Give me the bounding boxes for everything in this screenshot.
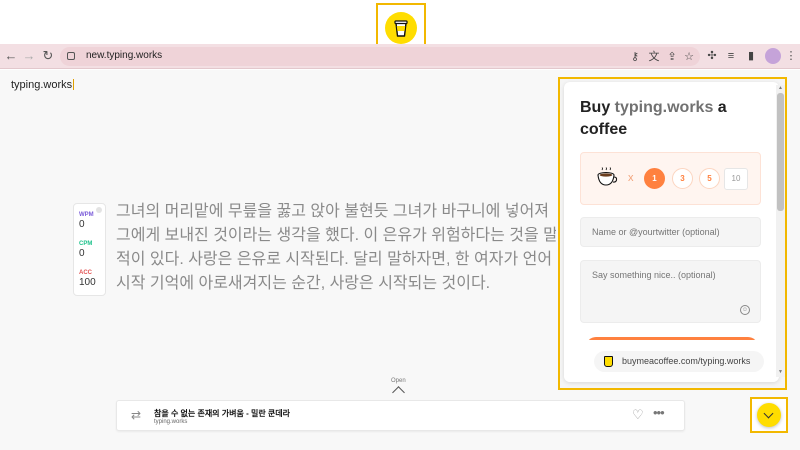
side-panel-icon[interactable]: ▮ — [744, 49, 758, 63]
bmc-toggle-highlight — [750, 397, 788, 433]
repeat-icon[interactable]: ⇄ — [131, 408, 141, 422]
passage-source: typing.works — [154, 419, 188, 425]
typing-passage[interactable]: 그녀의 머리맡에 무릎을 꿇고 앉아 불현듯 그녀가 바구니에 넣어져 그에게 … — [116, 200, 556, 300]
custom-quantity-input[interactable]: 10 — [724, 168, 748, 190]
bmc-widget: Buy typing.works a coffee x 1 3 5 10 ☺ — [558, 77, 787, 390]
name-input[interactable] — [580, 217, 761, 247]
menu-kebab-icon[interactable]: ⋮ — [784, 49, 798, 63]
back-arrow-icon[interactable]: ← — [4, 48, 18, 64]
lock-icon — [67, 52, 75, 60]
quantity-option-5[interactable]: 5 — [699, 168, 720, 189]
open-label: Open — [391, 378, 406, 384]
status-dot-icon — [96, 207, 102, 213]
bmc-scrollbar[interactable]: ▲ ▼ — [776, 85, 785, 377]
browser-toolbar: ← → ↻ new.typing.works ⚷ 文 ⇪ ☆ ✣ ≡ ▮ ⋮ — [0, 44, 800, 69]
bmc-footer: buymeacoffee.com/typing.works — [564, 340, 779, 382]
promo-bar — [0, 0, 800, 53]
passage-line: 그녀의 머리맡에 무릎을 꿇고 앉아 불현듯 그녀가 바구니에 넣어져 — [116, 203, 550, 220]
forward-arrow-icon[interactable]: → — [22, 48, 36, 64]
address-bar[interactable]: new.typing.works ⚷ 文 ⇪ ☆ — [60, 47, 700, 66]
scroll-up-arrow-icon[interactable]: ▲ — [778, 85, 783, 91]
passage-title: 참을 수 없는 존재의 가벼움 - 밀란 쿤데라 — [154, 409, 290, 418]
share-icon[interactable]: ⇪ — [665, 50, 679, 64]
chevron-up-icon[interactable] — [392, 386, 405, 399]
coffee-quantity-box: x 1 3 5 10 — [580, 152, 761, 205]
wpm-value: 0 — [79, 219, 85, 230]
chevron-down-icon — [763, 408, 774, 419]
wpm-label: WPM — [79, 212, 94, 218]
extensions-puzzle-icon[interactable]: ✣ — [705, 49, 719, 63]
coffee-cup-icon — [385, 12, 417, 44]
bmc-toggle-button[interactable] — [757, 403, 781, 427]
acc-label: ACC — [79, 270, 92, 276]
passage-line: 적이 있다. 사랑은 은유로 시작된다. 달리 말하자면, 한 여자가 언어 — [116, 251, 553, 268]
acc-value: 100 — [79, 277, 96, 288]
cpm-label: CPM — [79, 241, 93, 247]
emoji-icon[interactable]: ☺ — [740, 305, 750, 315]
cpm-value: 0 — [79, 248, 85, 259]
passage-player-bar: ⇄ 참을 수 없는 존재의 가벼움 - 밀란 쿤데라 typing.works … — [116, 400, 685, 431]
profile-avatar[interactable] — [765, 48, 781, 64]
scroll-down-arrow-icon[interactable]: ▼ — [778, 369, 783, 375]
brand-logo[interactable]: typing.works — [11, 79, 75, 91]
passage-line: 시작 기억에 아로새겨지는 순간, 사랑은 시작되는 것이다. — [116, 275, 491, 292]
more-options-icon[interactable]: ••• — [653, 405, 665, 420]
translate-icon[interactable]: 文 — [647, 50, 661, 64]
bookmark-star-icon[interactable]: ☆ — [682, 50, 696, 64]
reading-list-icon[interactable]: ≡ — [724, 49, 738, 63]
passage-line: 그에게 보내진 것이라는 생각을 했다. 이 은유가 위험하다는 것을 말 — [116, 227, 556, 244]
title-accent: typing.works — [614, 99, 714, 116]
multiply-icon: x — [628, 172, 634, 184]
bmc-profile-link[interactable]: buymeacoffee.com/typing.works — [594, 351, 764, 372]
bmc-title: Buy typing.works a coffee — [580, 97, 770, 141]
url-text: new.typing.works — [86, 50, 163, 61]
scrollbar-thumb[interactable] — [777, 93, 784, 211]
bmc-cup-icon — [604, 356, 613, 367]
message-textarea[interactable] — [580, 260, 761, 323]
coffee-cup-icon — [596, 167, 618, 189]
heart-icon[interactable]: ♡ — [632, 407, 644, 423]
title-prefix: Buy — [580, 99, 615, 116]
bmc-link-text: buymeacoffee.com/typing.works — [622, 356, 751, 366]
key-icon[interactable]: ⚷ — [628, 50, 642, 64]
brand-text: typing.works — [11, 79, 73, 91]
text-caret — [73, 79, 75, 90]
quantity-option-3[interactable]: 3 — [672, 168, 693, 189]
quantity-option-1[interactable]: 1 — [644, 168, 665, 189]
stats-panel: WPM 0 CPM 0 ACC 100 — [73, 203, 106, 296]
reload-icon[interactable]: ↻ — [41, 48, 55, 64]
bmc-panel: Buy typing.works a coffee x 1 3 5 10 ☺ — [564, 82, 779, 382]
